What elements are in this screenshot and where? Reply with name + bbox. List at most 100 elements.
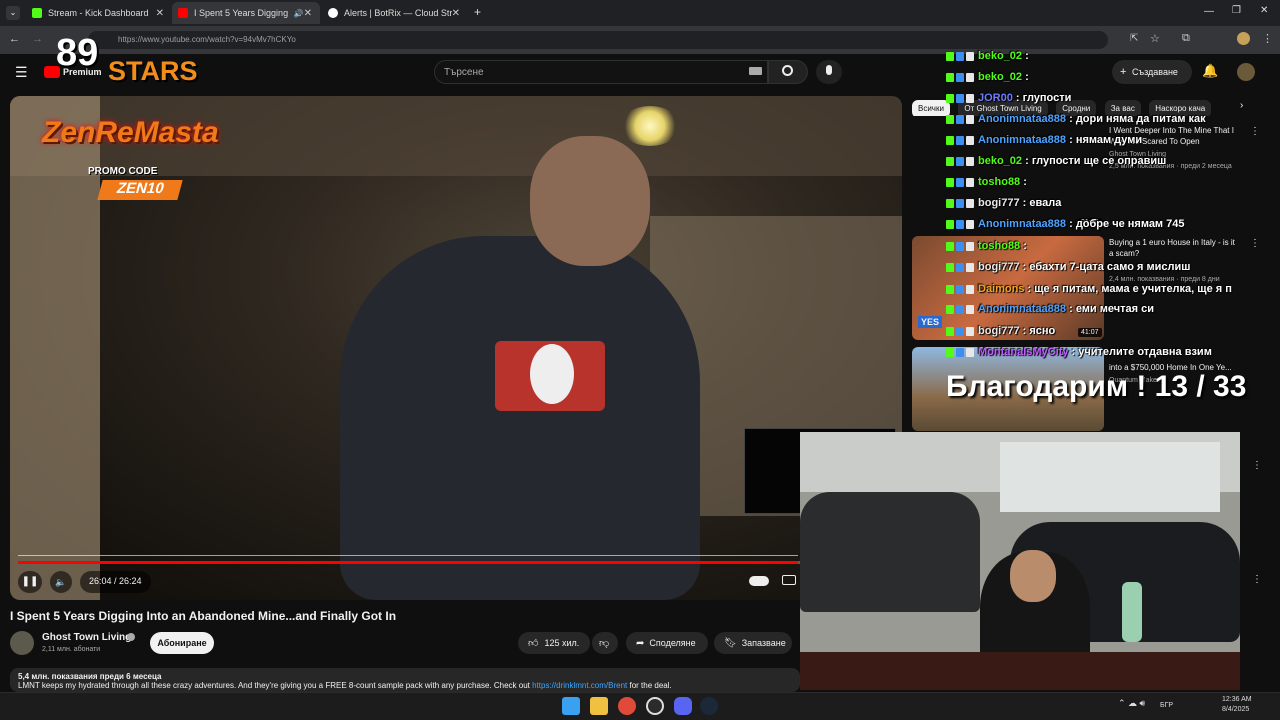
chat-badge-icon	[956, 304, 964, 314]
language-indicator[interactable]: БГР	[1160, 702, 1173, 709]
rec-meta: 2,4 млн. показвания · преди 8 дни	[1109, 276, 1220, 283]
new-tab-button[interactable]: +	[474, 5, 481, 19]
rec-more-icon[interactable]: ⋮	[1250, 126, 1260, 137]
clock-time[interactable]: 12:36 AM	[1222, 696, 1252, 703]
kick-badge-icon	[946, 262, 954, 272]
bookmark-icon: 🔖︎	[724, 637, 737, 649]
rec-more-icon[interactable]: ⋮	[1250, 238, 1260, 249]
chat-badge-icon	[956, 241, 964, 251]
chat-badge-icon	[956, 347, 964, 357]
chat-username: bogi777	[978, 325, 1020, 337]
chips-next-icon[interactable]: ›	[1240, 100, 1243, 111]
chat-badge-icon	[966, 284, 974, 294]
tab-kick-dashboard[interactable]: Stream - Kick Dashboard ✕	[26, 2, 172, 24]
chat-text: ясно	[1029, 325, 1056, 337]
description-link[interactable]: https://drinklmnt.com/Brent	[532, 681, 627, 690]
chip-all[interactable]: Всички	[912, 99, 950, 116]
dislike-button[interactable]: 👎︎	[592, 632, 618, 654]
chat-separator: :	[1019, 197, 1030, 209]
chat-message: Anonimnataa888 : дори няма да питам как	[946, 113, 1206, 125]
chat-message: Anonimnataa888 : добре че нямам 745	[946, 218, 1184, 230]
close-tab-icon[interactable]: ✕	[452, 8, 460, 19]
tab-search-button[interactable]: ⌄	[6, 6, 20, 20]
share-button[interactable]: ➦ Споделяне	[626, 632, 708, 654]
back-button[interactable]: ←	[9, 33, 20, 45]
account-avatar[interactable]	[1237, 63, 1255, 81]
close-tab-icon[interactable]: ✕	[156, 8, 164, 19]
thumbs-down-icon: 👎︎	[599, 638, 610, 649]
steam-icon[interactable]	[700, 697, 718, 715]
autoplay-toggle[interactable]	[749, 576, 769, 586]
minimize-button[interactable]: —	[1204, 6, 1214, 17]
create-button[interactable]: + Създаване	[1112, 60, 1192, 84]
search-input[interactable]: Търсене	[434, 60, 768, 84]
chat-badge-icon	[966, 177, 974, 187]
chrome-icon[interactable]	[618, 697, 636, 715]
close-tab-icon[interactable]: ✕	[304, 8, 312, 19]
notifications-bell-icon[interactable]: 🔔	[1202, 63, 1218, 79]
system-tray-icons[interactable]: ⌃ ☁ 🔊︎	[1118, 698, 1145, 709]
chat-badge-icon	[956, 219, 964, 229]
chat-username: Anonimnataa888	[978, 218, 1067, 230]
miner-helmet-light	[620, 106, 680, 146]
clock-date[interactable]: 8/4/2025	[1222, 706, 1249, 713]
discord-icon[interactable]	[674, 697, 692, 715]
description-box[interactable]: 5,4 млн. показвания преди 6 месеца LMNT …	[10, 668, 800, 692]
browser-menu-icon[interactable]: ⋮	[1262, 32, 1273, 45]
verified-icon	[127, 633, 135, 641]
volume-button[interactable]: 🔈	[50, 571, 72, 593]
pause-button[interactable]: ❚❚	[18, 571, 42, 593]
channel-avatar[interactable]	[10, 631, 34, 655]
chat-separator: :	[1019, 325, 1030, 337]
like-button[interactable]: 👍︎ 125 хил.	[518, 632, 590, 654]
keyboard-icon[interactable]	[749, 67, 762, 75]
subtitles-icon[interactable]	[782, 575, 796, 585]
view-count: 5,4 млн. показвания преди 6 месеца	[18, 672, 162, 681]
progress-bar[interactable]	[18, 561, 798, 564]
tab-botrix-alerts[interactable]: Alerts | BotRix — Cloud Stream ✕	[322, 2, 468, 24]
chat-badge-icon	[966, 72, 974, 82]
more-options-icon[interactable]: ⋮	[1252, 574, 1262, 585]
chat-username: Anonimnataa888	[978, 113, 1067, 125]
chat-badge-icon	[956, 114, 964, 124]
chat-username: bogi777	[978, 197, 1020, 209]
hamburger-menu-icon[interactable]: ☰	[15, 64, 28, 81]
install-icon[interactable]: ⇱	[1130, 33, 1138, 44]
video-title: I Spent 5 Years Digging Into an Abandone…	[10, 609, 397, 623]
rec-duration: 41:07	[1078, 328, 1102, 337]
search-button[interactable]	[768, 60, 808, 84]
chat-badge-icon	[966, 198, 974, 208]
close-window-button[interactable]: ✕	[1260, 5, 1268, 16]
file-explorer-icon[interactable]	[590, 697, 608, 715]
bookmark-star-icon[interactable]: ☆	[1150, 32, 1160, 45]
chat-username: Anonimnataa888	[978, 303, 1067, 315]
chat-text: еми мечтая си	[1075, 303, 1154, 315]
audio-playing-icon[interactable]: 🔊	[294, 9, 304, 18]
share-icon: ➦	[636, 637, 645, 649]
stars-brand: STARS	[108, 56, 198, 86]
more-options-icon[interactable]: ⋮	[1252, 460, 1262, 471]
windows-start-icon[interactable]	[562, 697, 580, 715]
kick-icon	[32, 8, 42, 18]
chat-badge-icon	[966, 93, 974, 103]
chat-badge-icon	[956, 72, 964, 82]
address-bar[interactable]: https://www.youtube.com/watch?v=94vMv7hC…	[88, 31, 1108, 49]
profile-avatar[interactable]	[1237, 32, 1250, 45]
rec-title[interactable]: Buying a 1 euro House in Italy - is it a…	[1109, 237, 1239, 259]
save-button[interactable]: 🔖︎ Запазване	[714, 632, 792, 654]
maximize-button[interactable]: ❐	[1232, 5, 1241, 16]
tab-youtube-video[interactable]: I Spent 5 Years Digging Into 🔊 ✕	[172, 2, 320, 24]
chat-separator: :	[1066, 113, 1076, 125]
subscribe-button[interactable]: Абониране	[150, 632, 214, 654]
chat-message: MontanaIsMyCity : учителите отдавна взим	[946, 346, 1212, 358]
chat-badge-icon	[966, 114, 974, 124]
obs-icon[interactable]	[646, 697, 664, 715]
kick-badge-icon	[946, 72, 954, 82]
channel-name[interactable]: Ghost Town Living	[42, 632, 131, 643]
voice-search-button[interactable]	[816, 60, 842, 84]
chat-text: нямам думи	[1075, 134, 1143, 146]
chat-separator: :	[1020, 176, 1027, 188]
forward-button[interactable]: →	[32, 33, 43, 45]
extensions-icon[interactable]: ⧉	[1182, 32, 1190, 45]
chat-badge-icon	[956, 284, 964, 294]
